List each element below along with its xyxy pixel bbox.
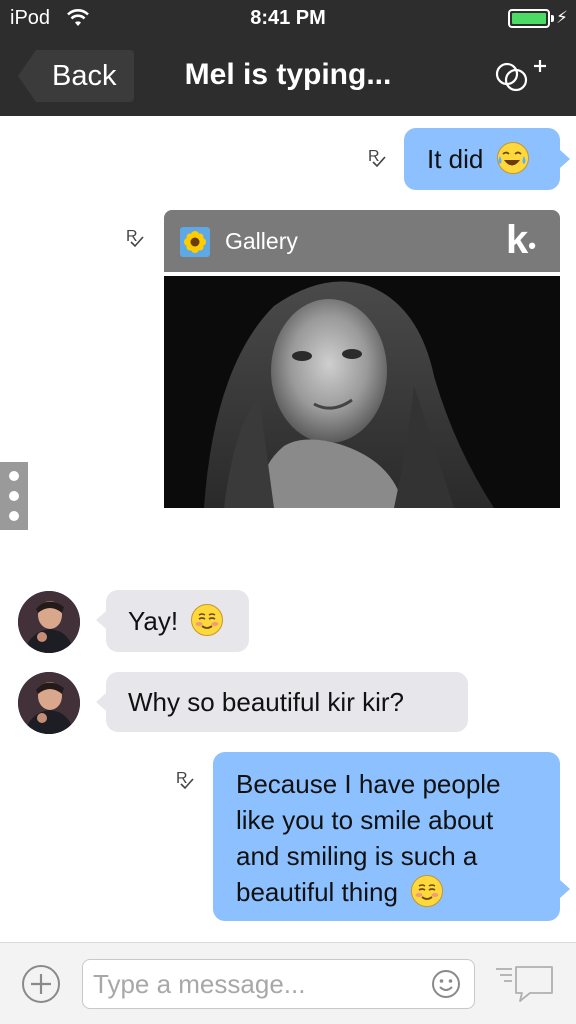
nav-bar: Back Mel is typing... <box>0 38 576 116</box>
message-line: and smiling is such a <box>236 841 478 871</box>
message-line: beautiful thing <box>236 877 398 907</box>
status-bar: iPod 8:41 PM ⚡ <box>0 0 576 38</box>
charging-bolt-icon: ⚡ <box>556 8 568 27</box>
message-text: It did <box>427 144 484 174</box>
message-text: Yay! <box>128 606 179 636</box>
chat-title: Mel is typing... <box>184 58 392 91</box>
back-button[interactable]: Back <box>18 50 134 102</box>
top-bar: iPod 8:41 PM ⚡ Back Mel is typing... <box>0 0 576 116</box>
avatar[interactable] <box>18 591 80 653</box>
bubble-tail <box>560 880 570 898</box>
message-bubble-incoming[interactable]: Yay! <box>106 590 249 652</box>
smiley-icon[interactable] <box>431 969 461 999</box>
kik-logo: k• <box>506 218 536 262</box>
bubble-tail <box>96 611 106 629</box>
gallery-media-card[interactable]: Gallery k• <box>164 210 560 508</box>
back-button-label: Back <box>52 60 117 92</box>
gallery-label: Gallery <box>225 228 298 254</box>
message-line: like you to smile about <box>236 805 494 835</box>
message-field[interactable] <box>82 959 475 1009</box>
bubble-tail <box>96 693 106 711</box>
message-bubble-outgoing[interactable]: Because I have people like you to smile … <box>213 752 560 921</box>
sunflower-icon <box>180 227 210 257</box>
add-attachment-icon[interactable] <box>20 963 62 1005</box>
message-input[interactable] <box>93 967 423 1001</box>
gallery-card-header: Gallery k• <box>164 210 560 272</box>
avatar[interactable] <box>18 672 80 734</box>
battery-tip <box>551 15 554 22</box>
message-line: Because I have people <box>236 769 501 799</box>
tears-of-joy-emoji-icon <box>496 142 529 175</box>
smiling-face-emoji-icon <box>411 875 444 908</box>
battery-icon <box>508 9 550 28</box>
read-receipt-icon: R <box>368 148 390 172</box>
add-people-icon[interactable] <box>494 56 550 96</box>
status-time: 8:41 PM <box>250 7 326 29</box>
gallery-photo[interactable] <box>164 276 560 508</box>
smiling-face-emoji-icon <box>191 604 224 637</box>
composer-bar <box>0 942 576 1024</box>
send-icon[interactable] <box>494 963 556 1005</box>
photo-image <box>164 276 560 508</box>
read-receipt-icon: R <box>126 228 148 252</box>
bubble-tail <box>560 150 570 168</box>
message-bubble-incoming[interactable]: Why so beautiful kir kir? <box>106 672 468 732</box>
message-text: Why so beautiful kir kir? <box>128 687 404 717</box>
side-menu-handle[interactable] <box>0 462 28 530</box>
read-receipt-icon: R <box>176 770 198 794</box>
message-bubble-outgoing[interactable]: It did <box>404 128 560 190</box>
